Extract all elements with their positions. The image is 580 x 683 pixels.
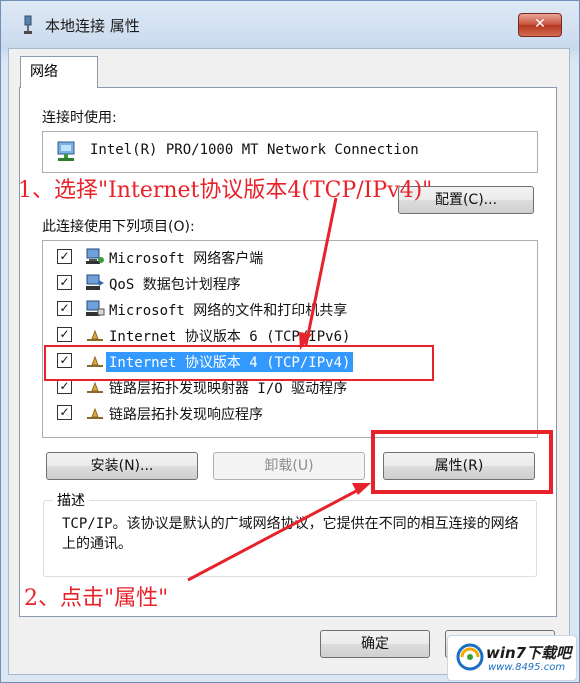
watermark: win7下载吧 www.8495.com: [447, 635, 577, 681]
arrow-step1: [304, 197, 338, 346]
tab-network[interactable]: 网络: [20, 56, 98, 88]
watermark-logo-icon: [456, 643, 484, 671]
watermark-title: win7下载吧: [486, 644, 572, 662]
arrow-step1-head: [299, 332, 312, 350]
annotation-step2: 2、点击"属性": [24, 586, 169, 611]
annotation-step1: 1、选择"Internet协议版本4(TCP/IPv4)": [18, 178, 433, 203]
arrow-step2: [187, 486, 363, 582]
watermark-url: www.8495.com: [488, 662, 566, 673]
